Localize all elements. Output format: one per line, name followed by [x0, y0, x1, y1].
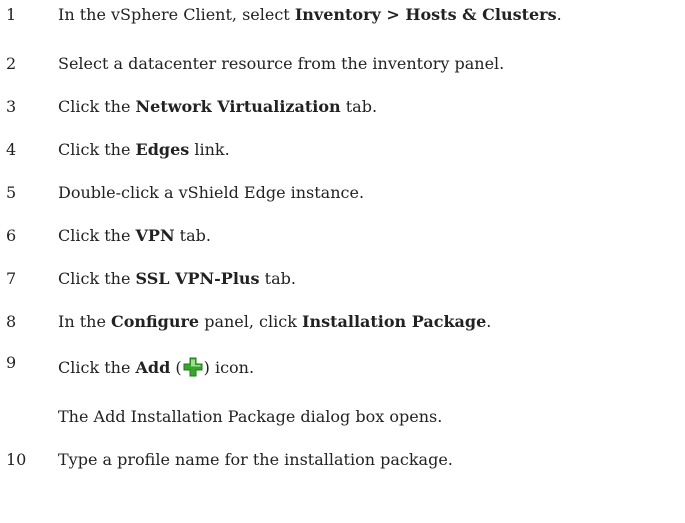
step-item: 4 Click the Edges link. — [0, 140, 685, 170]
ui-term: Installation Package — [301, 312, 487, 331]
ui-term: VPN — [135, 226, 175, 245]
step-item: 2 Select a datacenter resource from the i… — [0, 54, 685, 84]
step-text-segment: Double-click a vShield Edge instance. — [58, 183, 365, 202]
step-text-segment: . — [486, 312, 492, 331]
step-text-segment: Select a datacenter resource from the in… — [58, 54, 505, 73]
step-number: 2 — [6, 54, 17, 73]
step-text-segment: Click the — [58, 97, 136, 116]
step-text: Click the VPN tab. — [58, 226, 211, 246]
step-number: 4 — [6, 140, 17, 159]
step-item: 3 Click the Network Virtualization tab. — [0, 97, 685, 127]
step-number: 7 — [6, 269, 17, 288]
ui-term: Edges — [135, 140, 190, 159]
step-text-segment: Click the — [58, 226, 136, 245]
add-icon — [183, 357, 203, 377]
step-text: Type a profile name for the installation… — [58, 450, 453, 470]
step-text-segment: tab. — [174, 226, 211, 245]
step-item: 1 In the vSphere Client, select Inventory… — [0, 5, 685, 35]
step-number: 5 — [6, 183, 17, 202]
step-item: 5 Double-click a vShield Edge instance. — [0, 183, 685, 213]
step-text: Click the Add ( ) icon. — [58, 357, 254, 378]
step-number: 9 — [6, 353, 17, 372]
step-text: In the Configure panel, click Installati… — [58, 312, 491, 332]
step-text-segment: link. — [189, 140, 230, 159]
step-text-segment: Click the — [58, 358, 136, 377]
step-text: In the vSphere Client, select Inventory … — [58, 5, 562, 25]
step-item: 6 Click the VPN tab. — [0, 226, 685, 256]
step-text-segment: In the vSphere Client, select — [58, 5, 295, 24]
step-result-note: The Add Installation Package dialog box … — [58, 407, 443, 426]
ui-term: Inventory > Hosts & Clusters — [294, 5, 557, 24]
step-text-segment: . — [556, 5, 562, 24]
step-text: Select a datacenter resource from the in… — [58, 54, 504, 74]
step-text-segment: ( — [170, 358, 182, 377]
step-text: Click the Edges link. — [58, 140, 230, 160]
step-text-segment: In the — [58, 312, 111, 331]
step-number: 6 — [6, 226, 17, 245]
step-number: 10 — [6, 450, 27, 469]
step-text-segment: Click the — [58, 269, 136, 288]
ui-term: SSL VPN-Plus — [135, 269, 260, 288]
step-item: 8 In the Configure panel, click Installat… — [0, 312, 685, 342]
step-item: 10 Type a profile name for the installati… — [0, 450, 685, 480]
step-number: 1 — [6, 5, 17, 24]
step-text-segment: panel, click — [199, 312, 302, 331]
step-item: 9 Click the Add ( ) icon. — [0, 353, 685, 387]
step-text: Click the Network Virtualization tab. — [58, 97, 377, 117]
ui-term: Configure — [111, 312, 200, 331]
ui-term: Add — [135, 358, 171, 377]
step-text-segment: tab. — [340, 97, 378, 116]
step-text-segment: tab. — [259, 269, 296, 288]
step-text-segment: Type a profile name for the installation… — [58, 450, 453, 469]
ui-term: Network Virtualization — [135, 97, 341, 116]
step-text: Click the SSL VPN-Plus tab. — [58, 269, 296, 289]
step-number: 3 — [6, 97, 17, 116]
step-text: Double-click a vShield Edge instance. — [58, 183, 364, 203]
step-text-segment: ) icon. — [203, 358, 255, 377]
step-text-segment: Click the — [58, 140, 136, 159]
step-number: 8 — [6, 312, 17, 331]
step-item: 7 Click the SSL VPN-Plus tab. — [0, 269, 685, 299]
